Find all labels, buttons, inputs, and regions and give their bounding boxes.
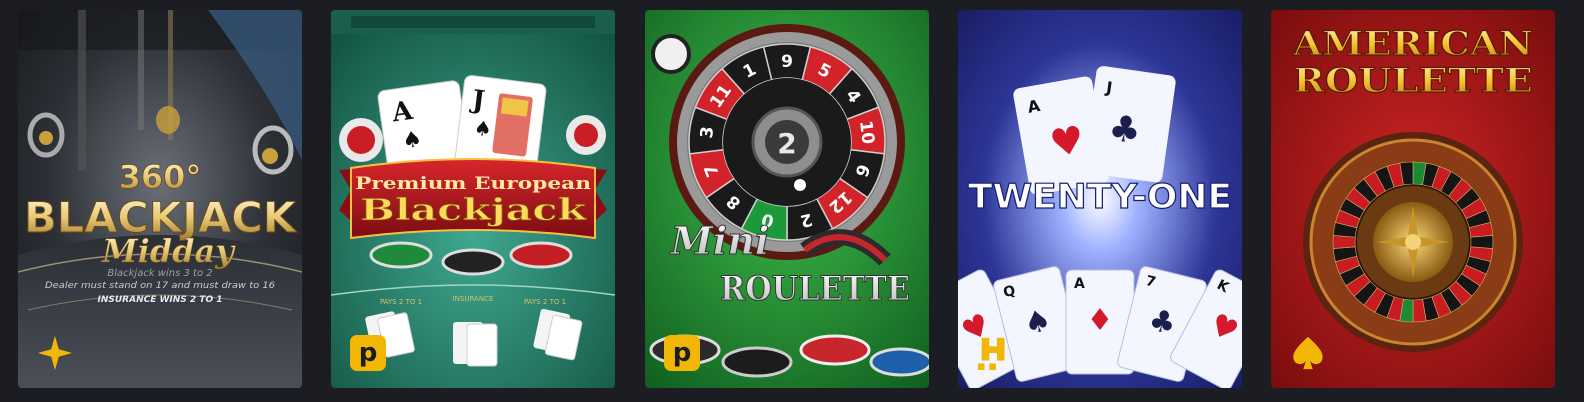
title: TWENTY-ONE	[968, 177, 1232, 217]
hand-card-rank: A	[1074, 276, 1085, 292]
provider-badge	[1289, 334, 1327, 372]
title-line-1: AMERICAN	[1292, 24, 1533, 64]
wheel-number: 9	[781, 52, 793, 72]
svg-text:♣: ♣	[1106, 108, 1144, 153]
wheel-number: 3	[697, 125, 718, 139]
wheel-pocket	[1470, 235, 1494, 249]
game-tile-twenty-one[interactable]: A ♥ J ♣ TWENTY-ONE K♥Q♠A♦7♣K♥	[958, 10, 1242, 388]
game-tiles-row: 360° BLACKJACK Midday Blackjack wins 3 t…	[0, 0, 1584, 402]
fine-print-3: INSURANCE WINS 2 TO 1	[98, 295, 223, 305]
svg-text:♠: ♠	[473, 115, 494, 141]
game-thumbnail: 9 541061220873111 2 Mini ROULETTE	[645, 10, 929, 388]
provider-label: p	[358, 338, 378, 368]
svg-text:♦: ♦	[1087, 303, 1114, 338]
table-label-3: PAYS 2 TO 1	[524, 298, 566, 306]
wheel-center-number: 2	[777, 127, 796, 160]
game-tile-american-roulette[interactable]: AMERICAN ROULETTE	[1271, 10, 1555, 388]
title-main: ROULETTE	[720, 269, 910, 309]
game-thumbnail: 360° BLACKJACK Midday Blackjack wins 3 t…	[18, 10, 302, 388]
game-tile-mini-roulette[interactable]: 9 5 4 10 6 12 2 0 8 7 3 11 1 2 Mini ROULETTE p	[645, 10, 929, 388]
table-label-2: INSURANCE	[453, 295, 494, 303]
pragmatic-p-icon: p	[350, 335, 386, 371]
banner-main: Blackjack	[360, 193, 588, 228]
table-label-1: PAYS 2 TO 1	[380, 298, 422, 306]
star-icon	[37, 335, 73, 371]
game-tile-360-blackjack-midday[interactable]: 360° BLACKJACK Midday Blackjack wins 3 t…	[18, 10, 302, 388]
spade-icon	[1293, 336, 1323, 370]
fine-print-2: Dealer must stand on 17 and must draw to…	[45, 281, 275, 291]
banner-top: Premium European	[355, 174, 591, 194]
title-top: Mini	[669, 218, 770, 263]
fine-print-1: Blackjack wins 3 to 2	[107, 268, 212, 279]
game-thumbnail: AMERICAN ROULETTE	[1271, 10, 1555, 388]
title-sub: Midday	[101, 232, 236, 270]
svg-text:♠: ♠	[401, 127, 424, 155]
game-tile-premium-european-blackjack[interactable]: A ♠ J ♠ Premium European Blackjack PAYS …	[331, 10, 615, 388]
wheel-pocket	[1332, 235, 1356, 249]
title-top: 360°	[119, 158, 202, 196]
game-thumbnail: A ♥ J ♣ TWENTY-ONE K♥Q♠A♦7♣K♥	[958, 10, 1242, 388]
provider-badge: p	[349, 334, 387, 372]
title-line-2: ROULETTE	[1293, 61, 1533, 101]
h-logo-icon	[977, 337, 1005, 371]
provider-badge	[976, 334, 1014, 372]
provider-badge	[36, 334, 74, 372]
wheel-number: 10	[855, 119, 878, 145]
pragmatic-p-icon: p	[664, 335, 700, 371]
provider-label: p	[672, 338, 692, 368]
provider-badge: p	[663, 334, 701, 372]
game-thumbnail: A ♠ J ♠ Premium European Blackjack PAYS …	[331, 10, 615, 388]
